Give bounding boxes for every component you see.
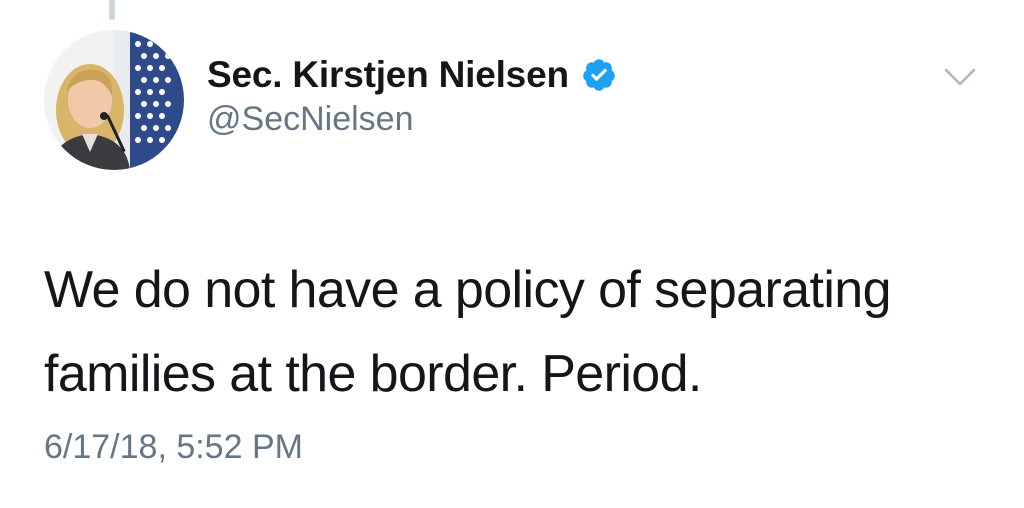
- chevron-down-icon[interactable]: [940, 62, 980, 92]
- profile-photo-icon: [44, 30, 184, 170]
- verified-badge-icon: [581, 57, 617, 93]
- thread-connector-line: [109, 0, 115, 20]
- tweet-timestamp[interactable]: 6/17/18, 5:52 PM: [44, 428, 303, 467]
- author-name-row[interactable]: Sec. Kirstjen Nielsen: [207, 50, 617, 100]
- author-display-name[interactable]: Sec. Kirstjen Nielsen: [207, 54, 569, 96]
- tweet-text: We do not have a policy of separating fa…: [44, 261, 892, 403]
- avatar[interactable]: [44, 30, 184, 170]
- author-handle[interactable]: @SecNielsen: [207, 100, 414, 139]
